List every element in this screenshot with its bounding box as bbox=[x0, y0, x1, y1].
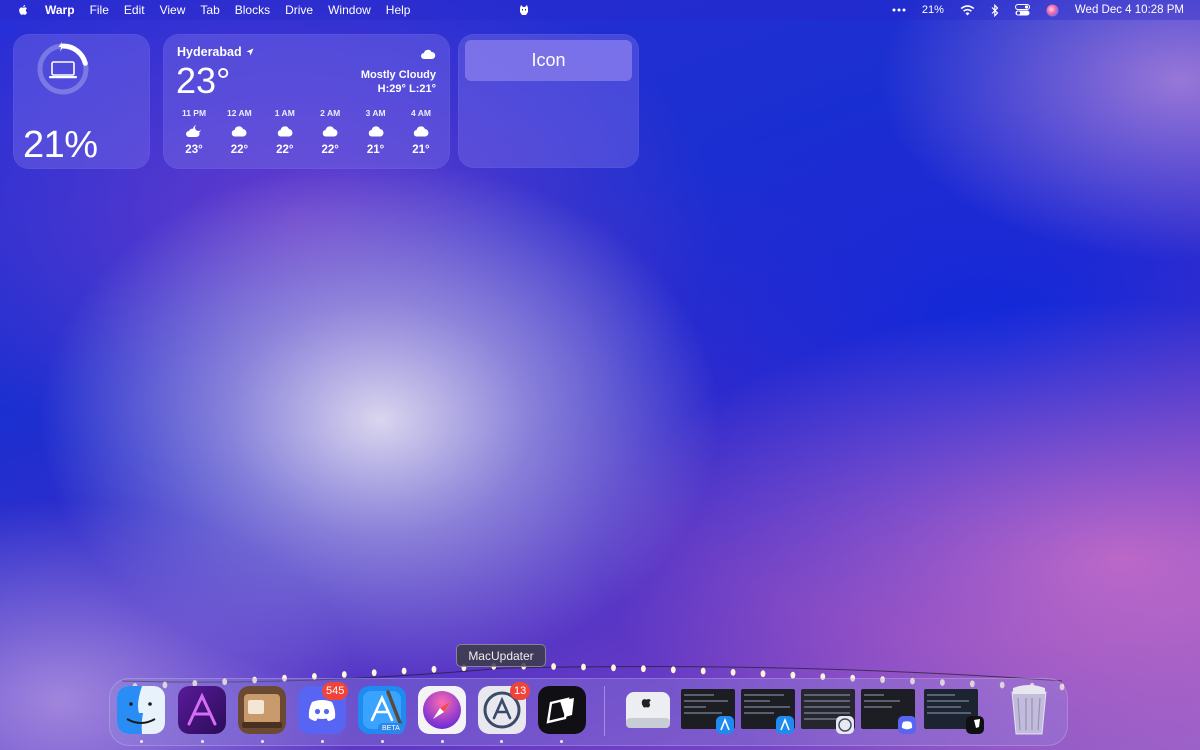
menu-help[interactable]: Help bbox=[386, 3, 411, 17]
forecast-hour: 4 AM 21° bbox=[402, 108, 440, 156]
cloud-icon bbox=[232, 126, 247, 137]
light-bulb bbox=[730, 668, 736, 676]
mac-mini-icon[interactable] bbox=[624, 686, 672, 734]
cloud-moon-icon bbox=[186, 125, 201, 137]
forecast-hour: 11 PM 23° bbox=[175, 108, 213, 156]
xcode-mini-icon bbox=[776, 716, 794, 734]
battery-percent-label: 21% bbox=[23, 124, 98, 166]
weather-widget[interactable]: Hyderabad 23° Mostly Cloudy H:29° L:21° … bbox=[163, 34, 450, 169]
forecast-temp: 21° bbox=[412, 144, 430, 156]
cat-menubar-icon[interactable] bbox=[518, 3, 530, 17]
cloud-icon bbox=[368, 126, 384, 137]
apple-logo-icon[interactable] bbox=[16, 3, 30, 17]
forecast-temp: 22° bbox=[321, 144, 339, 156]
control-center-icon[interactable] bbox=[1014, 4, 1030, 16]
warp-icon[interactable] bbox=[538, 686, 586, 734]
weather-temperature: 23° bbox=[176, 60, 231, 101]
icon-button[interactable]: Icon bbox=[465, 40, 632, 81]
weather-city: Hyderabad bbox=[177, 45, 242, 59]
light-bulb bbox=[641, 665, 646, 673]
forecast-temp: 21° bbox=[366, 144, 385, 156]
battery-widget[interactable]: 21% bbox=[13, 34, 150, 169]
bluetooth-icon[interactable] bbox=[991, 3, 999, 17]
location-arrow-icon bbox=[246, 48, 254, 56]
safari-icon[interactable] bbox=[418, 686, 466, 734]
battery-percent[interactable]: 21% bbox=[922, 4, 944, 16]
menu-edit[interactable]: Edit bbox=[124, 3, 145, 17]
hourly-forecast: 11 PM 23° 12 AM 22° 1 AM 22° 2 AM 22° 3 … bbox=[175, 108, 440, 156]
forecast-hour: 3 AM 21° bbox=[357, 108, 395, 156]
cloud-icon bbox=[421, 49, 436, 59]
ellipsis-icon[interactable] bbox=[892, 8, 906, 12]
menu-window[interactable]: Window bbox=[328, 3, 371, 17]
cloud-icon bbox=[413, 126, 429, 137]
siri-icon[interactable] bbox=[1046, 4, 1059, 17]
forecast-time: 1 AM bbox=[274, 108, 295, 118]
cloud-icon bbox=[322, 126, 338, 137]
menu-blocks[interactable]: Blocks bbox=[235, 3, 270, 17]
light-bulb bbox=[581, 663, 586, 671]
forecast-hour: 12 AM 22° bbox=[220, 108, 258, 156]
forecast-hour: 2 AM 22° bbox=[311, 108, 349, 156]
light-bulb bbox=[401, 667, 407, 675]
bolt-icon bbox=[58, 42, 64, 52]
discord-mini-icon bbox=[898, 716, 916, 734]
light-bulb bbox=[371, 669, 377, 677]
trash-full-icon[interactable] bbox=[1004, 682, 1054, 736]
forecast-time: 4 AM bbox=[410, 108, 431, 118]
cloud-icon bbox=[277, 126, 293, 137]
battery-ring bbox=[37, 42, 89, 95]
forecast-hour: 1 AM 22° bbox=[266, 108, 304, 156]
forecast-time: 11 PM bbox=[181, 108, 207, 118]
light-bulb bbox=[760, 670, 766, 678]
discord-badge: 545 bbox=[322, 682, 349, 700]
light-bulb bbox=[341, 671, 347, 678]
icon-widget: Icon bbox=[458, 34, 639, 168]
menu-tab[interactable]: Tab bbox=[200, 3, 219, 17]
menubar-clock[interactable]: Wed Dec 4 10:28 PM bbox=[1075, 4, 1184, 16]
menu-drive[interactable]: Drive bbox=[285, 3, 313, 17]
xcode-mini-icon bbox=[716, 716, 734, 734]
menu-bar: Warp File Edit View Tab Blocks Drive Win… bbox=[0, 0, 1200, 20]
wifi-icon[interactable] bbox=[960, 4, 975, 16]
finder-icon[interactable] bbox=[117, 686, 165, 734]
dock-divider bbox=[604, 686, 605, 736]
menu-file[interactable]: File bbox=[90, 3, 109, 17]
weather-condition: Mostly Cloudy bbox=[360, 69, 436, 81]
shelf-app-icon[interactable] bbox=[238, 686, 286, 734]
menu-view[interactable]: View bbox=[160, 3, 186, 17]
affinity-icon[interactable] bbox=[178, 686, 226, 734]
xcode-beta-label: BETA bbox=[378, 723, 404, 734]
light-bulb bbox=[551, 663, 556, 670]
warp-mini-icon bbox=[966, 716, 984, 734]
laptop-icon bbox=[49, 61, 77, 79]
weather-hi-lo: H:29° L:21° bbox=[377, 83, 436, 95]
forecast-temp: 22° bbox=[276, 144, 294, 156]
menu-app-warp[interactable]: Warp bbox=[45, 3, 75, 17]
forecast-time: 3 AM bbox=[365, 108, 386, 118]
forecast-time: 2 AM bbox=[320, 108, 341, 118]
light-bulb bbox=[700, 667, 706, 675]
macupdater-mini-icon bbox=[836, 716, 854, 734]
dock-tooltip: MacUpdater bbox=[456, 644, 546, 667]
forecast-time: 12 AM bbox=[227, 108, 252, 118]
light-bulb bbox=[611, 664, 616, 672]
weather-location: Hyderabad bbox=[177, 45, 254, 59]
forecast-temp: 23° bbox=[185, 144, 203, 156]
light-bulb bbox=[670, 666, 676, 674]
forecast-temp: 22° bbox=[230, 144, 249, 156]
macupdater-badge: 13 bbox=[510, 682, 531, 700]
light-bulb bbox=[431, 665, 437, 673]
